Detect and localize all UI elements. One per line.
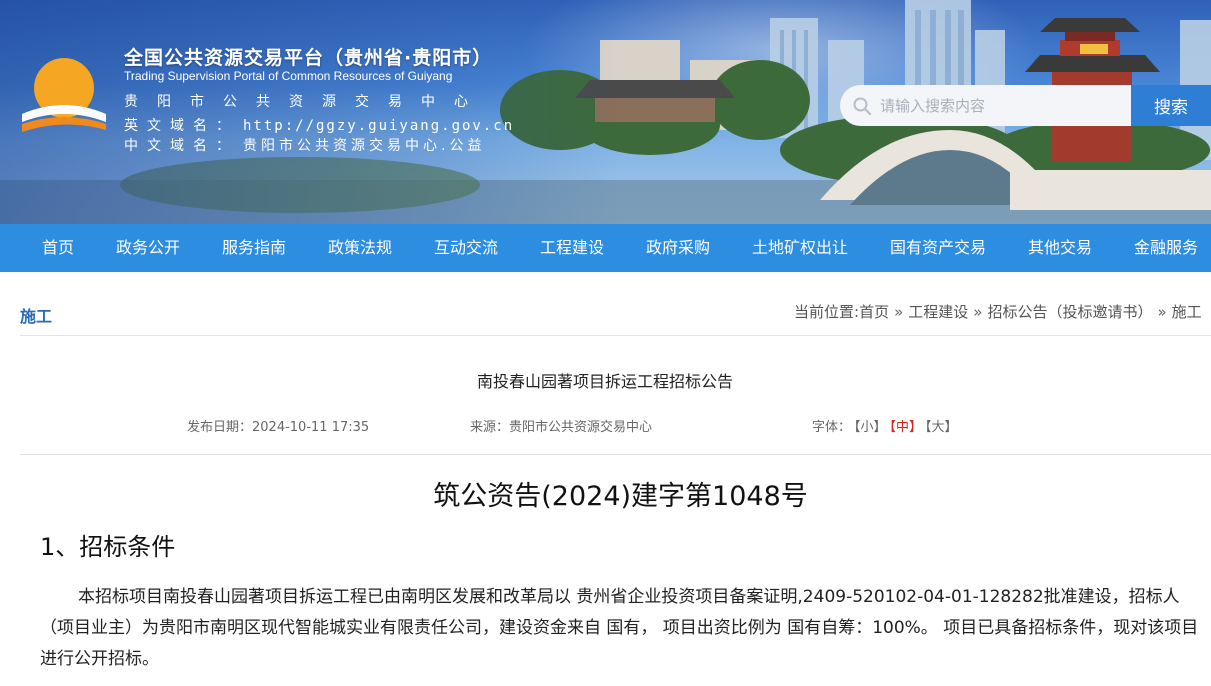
breadcrumb-bar: 施工 当前位置:首页» 工程建设» 招标公告（投标邀请书）» 施工 — [20, 292, 1211, 336]
nav-item-policies[interactable]: 政策法规 — [328, 224, 392, 272]
nav-item-financial-services[interactable]: 金融服务 — [1134, 224, 1198, 272]
breadcrumb-link-home[interactable]: 首页 — [859, 303, 889, 321]
article-title: 南投春山园著项目拆运工程招标公告 — [477, 372, 734, 391]
center-name: 贵阳市公共资源交易中心 — [124, 94, 487, 110]
breadcrumb-link-tender-notice[interactable]: 招标公告（投标邀请书） — [987, 303, 1152, 321]
en-domain-value: http://ggzy.guiyang.gov.cn — [243, 118, 515, 134]
publish-date-value: 2024-10-11 17:35 — [252, 420, 370, 435]
nav-item-service-guide[interactable]: 服务指南 — [222, 224, 286, 272]
site-title: 全国公共资源交易平台（贵州省·贵阳市） — [124, 47, 493, 69]
font-size-medium-button[interactable]: 【中】 — [890, 420, 923, 435]
nav-item-construction[interactable]: 工程建设 — [540, 224, 604, 272]
cn-domain-row: 中文域名： 贵阳市公共资源交易中心.公益 — [124, 135, 485, 155]
breadcrumb-link-construction[interactable]: 工程建设 — [908, 303, 968, 321]
nav-item-home[interactable]: 首页 — [42, 224, 74, 272]
breadcrumb-link-construction-work[interactable]: 施工 — [1172, 303, 1202, 321]
section-heading: 1、招标条件 — [40, 533, 176, 561]
header-banner: 全国公共资源交易平台（贵州省·贵阳市） Trading Supervision … — [0, 0, 1211, 224]
publish-date: 发布日期：2024-10-11 17:35 — [187, 416, 369, 435]
header-divider — [20, 454, 1211, 455]
search-box — [840, 85, 1132, 126]
breadcrumb-separator: » — [894, 303, 904, 321]
section-label: 施工 — [20, 307, 53, 326]
breadcrumb-separator: » — [973, 303, 983, 321]
font-size-switcher: 字体： 【小】 【中】 【大】 — [812, 416, 958, 435]
font-size-small-button[interactable]: 【小】 — [854, 420, 887, 435]
cn-domain-value: 贵阳市公共资源交易中心.公益 — [243, 138, 486, 154]
en-domain-row: 英文域名： http://ggzy.guiyang.gov.cn — [124, 115, 514, 135]
nav-item-state-assets[interactable]: 国有资产交易 — [890, 224, 986, 272]
en-domain-label: 英文域名： — [124, 118, 239, 134]
nav-item-land-mining[interactable]: 土地矿权出让 — [752, 224, 848, 272]
site-subtitle-en: Trading Supervision Portal of Common Res… — [124, 69, 453, 83]
search-input[interactable] — [880, 96, 1120, 115]
search-icon — [853, 97, 872, 115]
source-value: 贵阳市公共资源交易中心 — [509, 420, 653, 435]
breadcrumb-separator: » — [1157, 303, 1167, 321]
source-label: 来源： — [470, 420, 510, 435]
search-button[interactable]: 搜索 — [1131, 85, 1211, 126]
nav-item-procurement[interactable]: 政府采购 — [646, 224, 710, 272]
main-nav: 首页 政务公开 服务指南 政策法规 互动交流 工程建设 政府采购 土地矿权出让 … — [0, 224, 1211, 272]
nav-item-government-affairs[interactable]: 政务公开 — [116, 224, 180, 272]
sun-logo-icon — [22, 58, 106, 132]
article-source: 来源：贵阳市公共资源交易中心 — [470, 416, 652, 435]
publish-date-label: 发布日期： — [187, 420, 253, 435]
font-size-large-button[interactable]: 【大】 — [925, 420, 958, 435]
nav-item-interaction[interactable]: 互动交流 — [434, 224, 498, 272]
breadcrumb: 当前位置:首页» 工程建设» 招标公告（投标邀请书）» 施工 — [794, 301, 1202, 322]
breadcrumb-prefix: 当前位置: — [794, 303, 860, 321]
document-number: 筑公资告(2024)建字第1048号 — [433, 481, 808, 512]
nav-item-other-trades[interactable]: 其他交易 — [1028, 224, 1092, 272]
font-size-label: 字体： — [812, 420, 852, 435]
section-paragraph: 本招标项目南投春山园著项目拆运工程已由南明区发展和改革局以 贵州省企业投资项目备… — [40, 587, 1199, 669]
cn-domain-label: 中文域名： — [124, 138, 239, 154]
